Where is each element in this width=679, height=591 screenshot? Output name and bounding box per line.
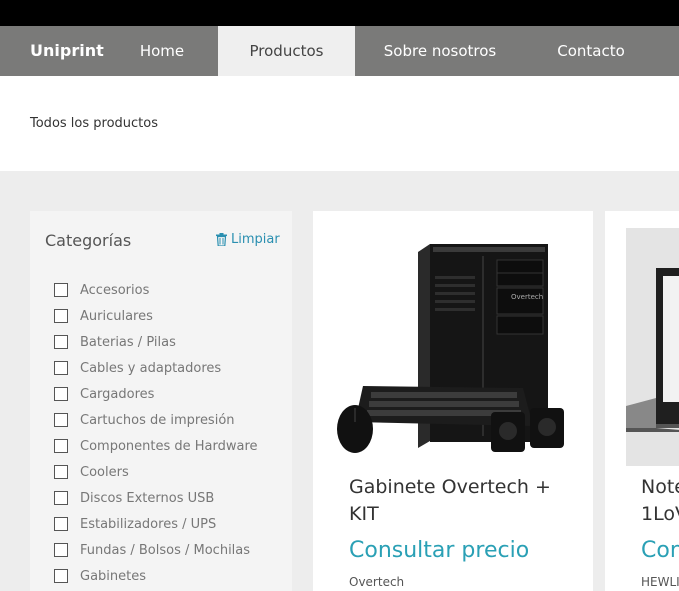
category-cargadores[interactable]: Cargadores: [54, 381, 258, 407]
category-cartuchos[interactable]: Cartuchos de impresión: [54, 407, 258, 433]
category-label: Cables y adaptadores: [80, 360, 222, 376]
category-componentes-hardware[interactable]: Componentes de Hardware: [54, 433, 258, 459]
breadcrumb-bar: Todos los productos: [0, 76, 679, 171]
product-brand: HEWLI: [641, 575, 679, 589]
product-name[interactable]: Note1LoV: [641, 474, 679, 528]
category-label: Coolers: [80, 464, 129, 480]
category-checkbox[interactable]: [54, 387, 68, 401]
clear-filters-button[interactable]: Limpiar: [216, 232, 280, 247]
top-black-bar: [0, 0, 679, 26]
trash-icon: [216, 233, 227, 246]
category-label: Cartuchos de impresión: [80, 412, 235, 428]
product-card[interactable]: Overtech Gabinete Overtech + KIT Consulta…: [313, 211, 593, 591]
svg-text:Overtech: Overtech: [511, 293, 543, 301]
category-label: Cargadores: [80, 386, 155, 402]
category-gabinetes[interactable]: Gabinetes: [54, 563, 258, 589]
category-label: Gabinetes: [80, 568, 147, 584]
category-label: Fundas / Bolsos / Mochilas: [80, 542, 251, 558]
category-checkbox[interactable]: [54, 439, 68, 453]
category-label: Baterias / Pilas: [80, 334, 176, 350]
product-brand: Overtech: [349, 575, 405, 589]
category-checkbox[interactable]: [54, 361, 68, 375]
category-label: Discos Externos USB: [80, 490, 215, 506]
product-image[interactable]: [626, 228, 679, 466]
category-baterias-pilas[interactable]: Baterias / Pilas: [54, 329, 258, 355]
clear-filters-label: Limpiar: [231, 232, 280, 247]
nav-contacto[interactable]: Contacto: [541, 26, 641, 76]
category-discos-externos[interactable]: Discos Externos USB: [54, 485, 258, 511]
main-nav: Uniprint Home Productos Sobre nosotros C…: [0, 26, 679, 76]
category-coolers[interactable]: Coolers: [54, 459, 258, 485]
category-list: Accesorios Auriculares Baterias / Pilas …: [54, 277, 258, 589]
category-checkbox[interactable]: [54, 309, 68, 323]
product-image[interactable]: Overtech: [333, 236, 573, 466]
category-checkbox[interactable]: [54, 569, 68, 583]
category-title: Categorías: [45, 231, 132, 250]
category-checkbox[interactable]: [54, 491, 68, 505]
category-fundas[interactable]: Fundas / Bolsos / Mochilas: [54, 537, 258, 563]
category-cables-adaptadores[interactable]: Cables y adaptadores: [54, 355, 258, 381]
nav-sobre-nosotros[interactable]: Sobre nosotros: [370, 26, 510, 76]
category-filter-panel: Categorías Limpiar Accesorios Auriculare…: [30, 211, 292, 591]
category-auriculares[interactable]: Auriculares: [54, 303, 258, 329]
product-card[interactable]: Note1LoV Con HEWLI: [605, 211, 679, 591]
category-checkbox[interactable]: [54, 335, 68, 349]
category-checkbox[interactable]: [54, 543, 68, 557]
category-label: Auriculares: [80, 308, 153, 324]
nav-home[interactable]: Home: [117, 26, 207, 76]
brand-logo[interactable]: Uniprint: [30, 26, 104, 76]
category-accesorios[interactable]: Accesorios: [54, 277, 258, 303]
nav-productos[interactable]: Productos: [218, 26, 355, 76]
category-checkbox[interactable]: [54, 465, 68, 479]
category-checkbox[interactable]: [54, 413, 68, 427]
breadcrumb: Todos los productos: [30, 116, 158, 131]
category-estabilizadores[interactable]: Estabilizadores / UPS: [54, 511, 258, 537]
category-checkbox[interactable]: [54, 517, 68, 531]
category-checkbox[interactable]: [54, 283, 68, 297]
category-label: Accesorios: [80, 282, 150, 298]
consultar-precio-link[interactable]: Con: [641, 538, 679, 563]
category-label: Estabilizadores / UPS: [80, 516, 217, 532]
consultar-precio-link[interactable]: Consultar precio: [349, 538, 529, 563]
category-label: Componentes de Hardware: [80, 438, 258, 454]
product-name[interactable]: Gabinete Overtech + KIT: [349, 474, 569, 528]
